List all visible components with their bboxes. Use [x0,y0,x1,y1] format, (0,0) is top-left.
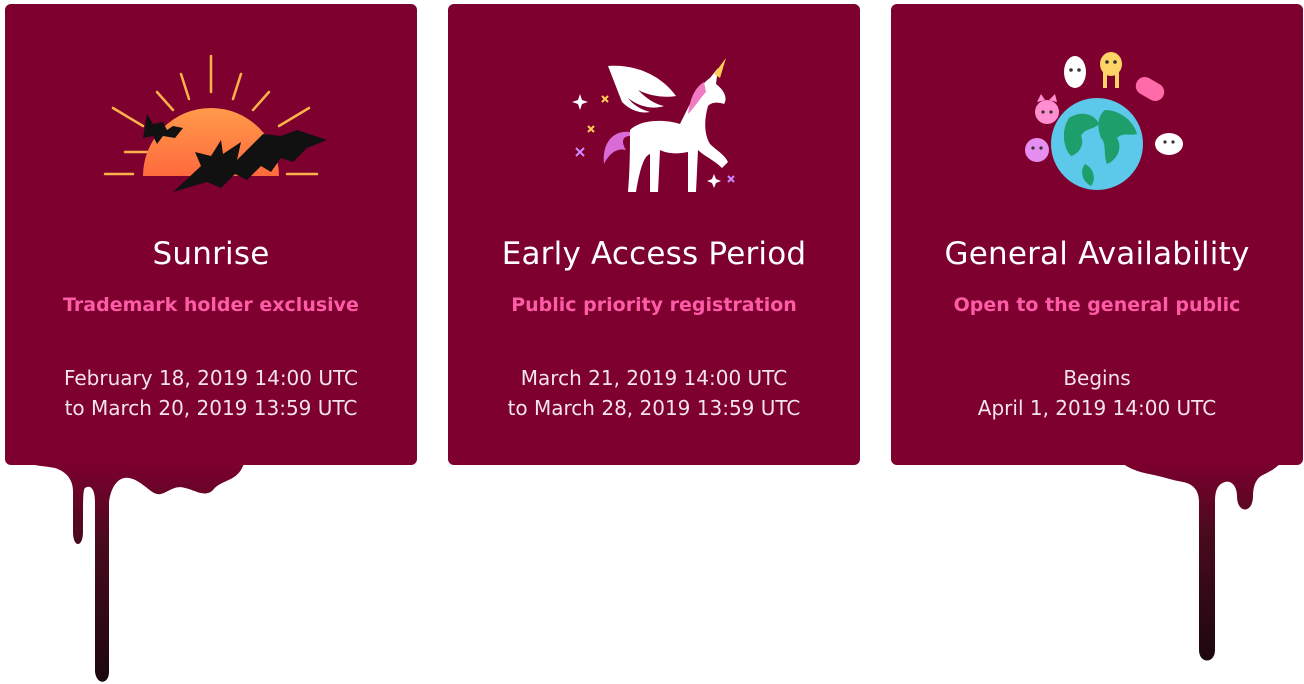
phase-subtitle: Public priority registration [511,294,797,316]
phase-title: General Availability [944,236,1250,272]
phase-date-end: to March 28, 2019 13:59 UTC [507,396,801,420]
phase-card-early-access: Early Access Period Public priority regi… [448,4,860,465]
phase-date-start: Begins [1063,366,1131,390]
phase-date-end: April 1, 2019 14:00 UTC [977,396,1217,420]
drip-decoration-left [25,462,245,682]
phase-dates: Begins April 1, 2019 14:00 UTC [891,363,1303,423]
phase-title: Early Access Period [501,236,807,272]
phase-date-start: March 21, 2019 14:00 UTC [520,366,788,390]
phase-dates: February 18, 2019 14:00 UTC to March 20,… [5,363,417,423]
pegasus-unicorn-icon [448,44,860,204]
globe-with-monsters-icon [891,44,1303,204]
drip-decoration-right [1121,462,1281,661]
phase-subtitle: Open to the general public [953,294,1241,316]
phase-date-start: February 18, 2019 14:00 UTC [63,366,359,390]
phase-subtitle: Trademark holder exclusive [63,294,359,316]
phase-card-sunrise: Sunrise Trademark holder exclusive Febru… [5,4,417,682]
phase-dates: March 21, 2019 14:00 UTC to March 28, 20… [448,363,860,423]
sunrise-with-bats-icon [5,44,417,204]
phase-date-end: to March 20, 2019 13:59 UTC [64,396,358,420]
phase-card-general-availability: General Availability Open to the general… [891,4,1303,661]
phase-title: Sunrise [152,236,270,272]
